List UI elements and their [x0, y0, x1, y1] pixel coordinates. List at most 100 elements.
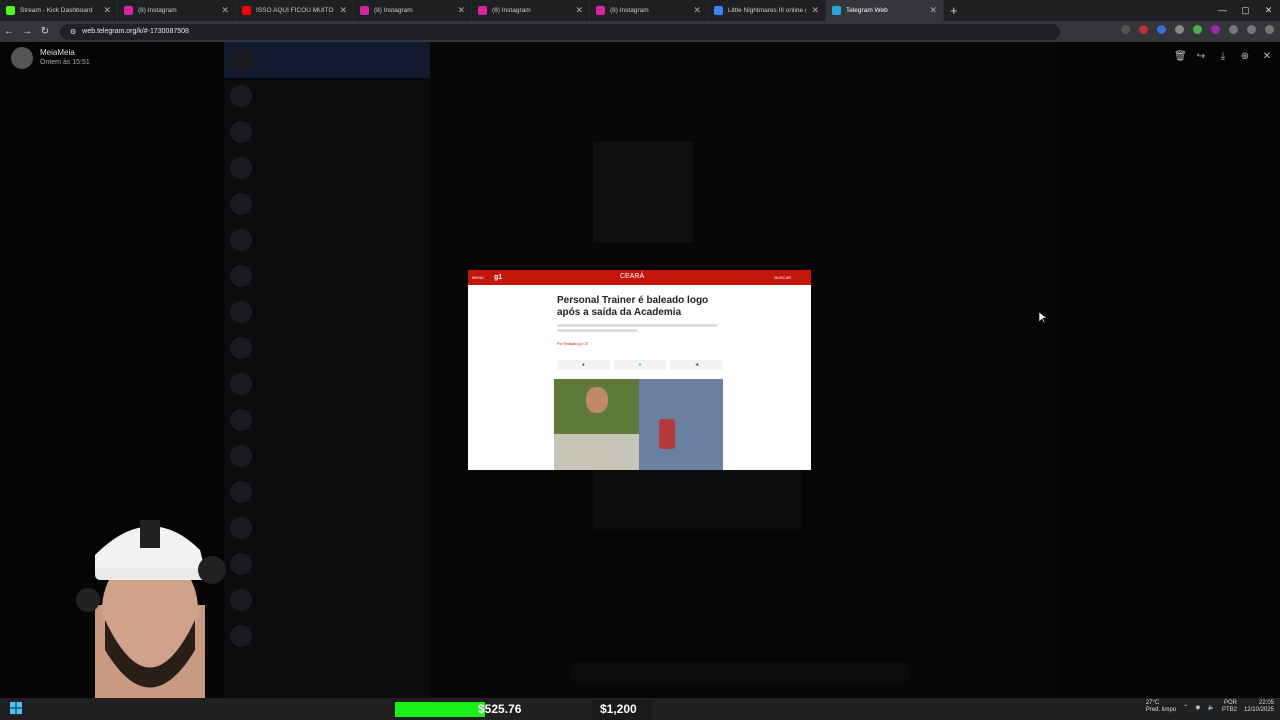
search-label: BUSCAR [774, 275, 791, 280]
browser-tab[interactable]: (8) Instagram ✕ [118, 0, 236, 21]
profile-avatar[interactable] [1247, 25, 1256, 34]
browser-tab[interactable]: (8) Instagram ✕ [354, 0, 472, 21]
tab-favicon-icon [360, 6, 369, 15]
clock[interactable]: 22:05 12/10/2025 [1244, 700, 1274, 714]
chat-list-item[interactable] [224, 402, 430, 438]
chat-list-item[interactable] [224, 150, 430, 186]
current-amount: $525.76 [478, 702, 522, 716]
maximize-icon[interactable]: ▢ [1234, 0, 1257, 21]
forward-icon[interactable]: ↪ [1196, 51, 1206, 62]
chat-list-item[interactable] [224, 546, 430, 582]
wifi-icon[interactable]: ◉ [1195, 704, 1200, 711]
zoom-icon[interactable]: ⊕ [1240, 51, 1250, 62]
language-indicator[interactable]: POR PTB2 [1222, 700, 1237, 714]
chat-list-item[interactable] [224, 78, 430, 114]
close-icon[interactable]: ✕ [1262, 51, 1272, 62]
clock-time: 22:05 [1258, 700, 1274, 706]
chat-list-item[interactable] [224, 222, 430, 258]
message-input[interactable] [570, 662, 910, 684]
chevron-up-icon[interactable]: ⌃ [1183, 704, 1188, 711]
tab-favicon-icon [242, 6, 251, 15]
chat-list-item[interactable] [224, 582, 430, 618]
delete-icon[interactable]: 🗑 [1174, 51, 1187, 62]
chat-list-item[interactable] [224, 438, 430, 474]
new-tab-button[interactable]: + [950, 3, 958, 18]
tab-title: Stream - Kick Dashboard [20, 7, 93, 14]
chat-list-item[interactable] [224, 618, 430, 654]
close-window-icon[interactable]: ✕ [1257, 0, 1280, 21]
media-image[interactable]: MENU g1 CEARÁ BUSCAR Personal Trainer é … [468, 270, 811, 470]
tab-favicon-icon [124, 6, 133, 15]
tab-title: ISSO AQUI FICOU MUITO BOM [256, 7, 334, 14]
download-icon[interactable]: ⤓ [1218, 51, 1228, 62]
tab-close-icon[interactable]: ✕ [339, 5, 347, 16]
lang-label: POR [1223, 700, 1237, 706]
windows-start-icon[interactable] [10, 702, 22, 714]
facebook-icon: ● [557, 360, 610, 370]
weather-desc: Pred. limpo [1145, 707, 1177, 713]
forward-icon[interactable]: → [18, 26, 36, 37]
browser-tab[interactable]: Stream - Kick Dashboard ✕ [0, 0, 118, 21]
tab-close-icon[interactable]: ✕ [103, 5, 111, 16]
menu-label: MENU [472, 275, 484, 280]
media-viewer-header: MeiaMeia Ontem às 15:51 🗑 ↪ ⤓ ⊕ ✕ [0, 42, 1280, 74]
tab-favicon-icon [596, 6, 605, 15]
chat-list-item[interactable] [224, 474, 430, 510]
chat-list-item[interactable] [224, 366, 430, 402]
browser-tab[interactable]: (8) Instagram ✕ [590, 0, 708, 21]
sender-name[interactable]: MeiaMeia [40, 48, 75, 57]
minimize-icon[interactable]: — [1211, 0, 1234, 21]
weather-widget[interactable]: 27°C Pred. limpo [1146, 700, 1176, 714]
chat-image-thumbnail[interactable] [593, 467, 801, 529]
tab-title: (8) Instagram [138, 7, 177, 14]
lang-sub-label: PTB2 [1221, 707, 1237, 713]
browser-tab-bar: Stream - Kick Dashboard ✕ (8) Instagram ✕ IS… [0, 0, 1280, 21]
tab-favicon-icon [714, 6, 723, 15]
tab-close-icon[interactable]: ✕ [457, 5, 465, 16]
chat-image-thumbnail[interactable] [593, 142, 693, 242]
extension-icon[interactable] [1175, 25, 1184, 34]
chat-list-item[interactable] [224, 186, 430, 222]
url-field[interactable]: ⚙ web.telegram.org/k/#-1730087508 [60, 23, 1060, 40]
chat-list [224, 42, 430, 698]
chat-list-item[interactable] [224, 114, 430, 150]
extension-icon[interactable] [1193, 25, 1202, 34]
tab-close-icon[interactable]: ✕ [929, 5, 937, 16]
tab-close-icon[interactable]: ✕ [693, 5, 701, 16]
tab-favicon-icon [6, 6, 15, 15]
weather-temp: 27°C [1145, 700, 1160, 706]
tab-title: (8) Instagram [374, 7, 413, 14]
avatar[interactable] [11, 47, 33, 69]
volume-icon[interactable]: 🔈 [1207, 704, 1214, 711]
browser-tab[interactable]: (8) Instagram ✕ [472, 0, 590, 21]
tab-title: Telegram Web [846, 7, 888, 14]
webcam-overlay [76, 520, 226, 720]
viewer-actions: 🗑 ↪ ⤓ ⊕ ✕ [1174, 51, 1272, 62]
extension-icon[interactable] [1211, 25, 1220, 34]
browser-tab[interactable]: Telegram Web ✕ [826, 0, 944, 21]
extension-icon[interactable] [1139, 25, 1148, 34]
browser-tab[interactable]: Little Nightmares III online grát ✕ [708, 0, 826, 21]
browser-tab[interactable]: ISSO AQUI FICOU MUITO BOM ✕ [236, 0, 354, 21]
chat-list-item[interactable] [224, 258, 430, 294]
share-bar: ● ● ◄ [557, 360, 724, 370]
article-byline: Por Redação g1 CE [557, 342, 589, 346]
tab-close-icon[interactable]: ✕ [575, 5, 583, 16]
article-photo [554, 379, 723, 470]
chat-list-item[interactable] [224, 510, 430, 546]
extension-icon[interactable] [1229, 25, 1238, 34]
chat-list-item[interactable] [224, 294, 430, 330]
site-info-icon[interactable]: ⚙ [70, 28, 76, 36]
chat-list-item[interactable] [224, 330, 430, 366]
menu-icon[interactable] [1265, 25, 1274, 34]
tab-title: Little Nightmares III online grát [728, 7, 806, 14]
mouse-cursor [1039, 312, 1047, 324]
tab-close-icon[interactable]: ✕ [811, 5, 819, 16]
extension-icon[interactable] [1157, 25, 1166, 34]
reload-icon[interactable]: ↻ [36, 26, 54, 37]
tab-close-icon[interactable]: ✕ [221, 5, 229, 16]
extension-icon[interactable] [1121, 25, 1130, 34]
progress-bar-fill [395, 702, 485, 717]
back-icon[interactable]: ← [0, 26, 18, 37]
sender-date: Ontem às 15:51 [40, 59, 90, 66]
